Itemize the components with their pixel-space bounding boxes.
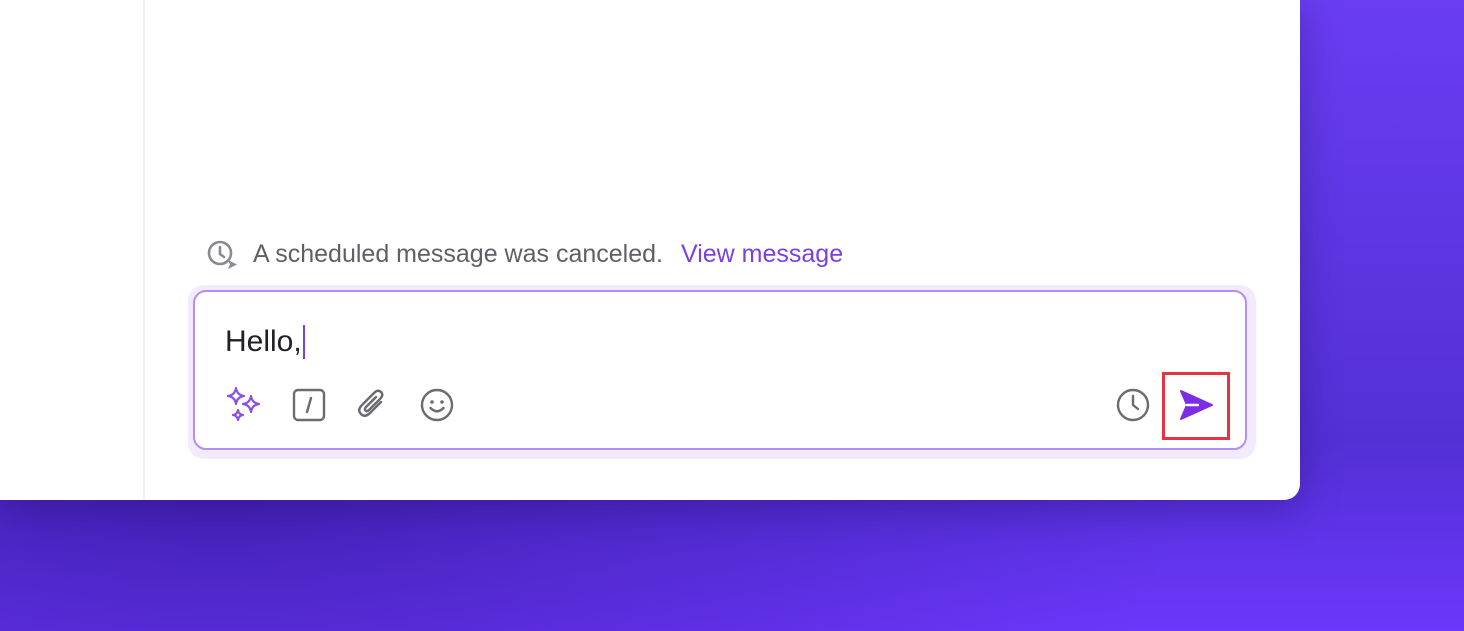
- clock-arrow-icon: [207, 240, 237, 269]
- text-caret: [302, 325, 305, 359]
- sidebar-divider: [143, 0, 145, 500]
- scheduled-notice: A scheduled message was canceled. View m…: [204, 236, 843, 272]
- schedule-button[interactable]: [1113, 385, 1153, 425]
- ai-sparkle-button[interactable]: [224, 385, 264, 425]
- message-text: Hello,: [225, 325, 302, 358]
- slash-command-button[interactable]: [289, 385, 329, 425]
- attach-button[interactable]: [353, 385, 393, 425]
- message-composer: Hello,: [193, 290, 1247, 450]
- ai-sparkle-icon: [226, 386, 261, 422]
- send-button[interactable]: [1176, 385, 1216, 425]
- slash-command-icon: [292, 388, 326, 422]
- message-input[interactable]: Hello,: [225, 322, 305, 362]
- emoji-button[interactable]: [417, 385, 457, 425]
- view-message-link[interactable]: View message: [681, 240, 843, 269]
- paperclip-icon: [358, 389, 384, 417]
- send-icon: [1180, 390, 1213, 420]
- emoji-icon: [420, 388, 454, 422]
- clock-icon: [1116, 388, 1150, 422]
- notice-text: A scheduled message was canceled.: [253, 239, 663, 268]
